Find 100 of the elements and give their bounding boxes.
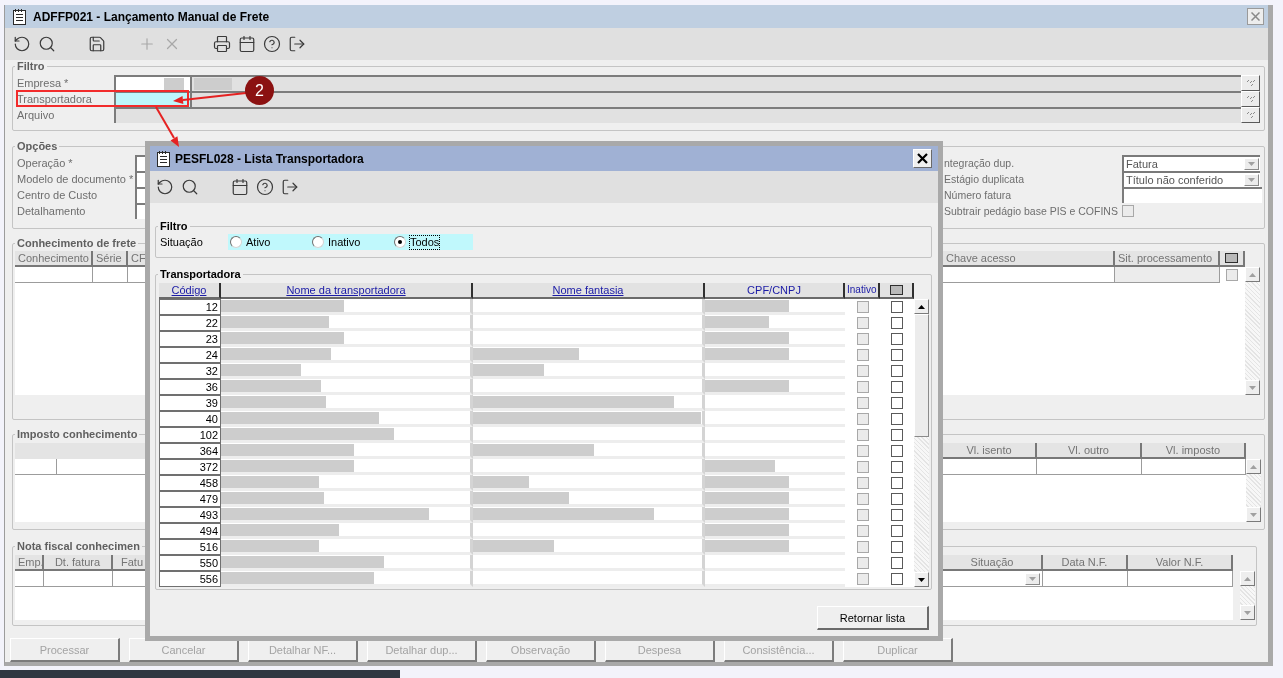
checkbox[interactable] [856, 349, 869, 361]
checkbox[interactable] [856, 429, 869, 441]
checkbox[interactable] [856, 461, 869, 473]
close-icon [1251, 12, 1260, 21]
input-field[interactable] [135, 171, 145, 187]
checkbox[interactable] [891, 317, 903, 329]
return-list-button[interactable]: Retornar lista [817, 606, 929, 630]
lookup-button[interactable] [1241, 75, 1260, 91]
checkbox[interactable] [856, 573, 869, 585]
column-header[interactable]: Valor N.F. [1128, 555, 1233, 571]
dropdown-field[interactable]: Fatura [1122, 155, 1260, 171]
column-header[interactable]: Vl. isento [943, 443, 1037, 459]
checkbox[interactable] [891, 429, 903, 441]
column-header[interactable]: Situação [943, 555, 1043, 571]
caret-down-icon [1249, 385, 1256, 390]
column-header[interactable]: Série [93, 251, 128, 267]
dropdown-button[interactable] [1025, 572, 1040, 585]
checkbox[interactable] [891, 333, 903, 345]
checkbox[interactable] [856, 317, 869, 329]
checkbox[interactable] [891, 301, 903, 313]
checkbox[interactable] [891, 493, 903, 505]
checkbox[interactable] [891, 349, 903, 361]
checkbox[interactable] [1226, 269, 1238, 281]
checkbox[interactable] [891, 541, 903, 553]
checkbox[interactable] [891, 573, 903, 585]
checkbox[interactable] [891, 509, 903, 521]
dropdown-field[interactable] [943, 571, 1043, 587]
checkbox[interactable] [891, 397, 903, 409]
search-icon [180, 178, 199, 196]
checkbox[interactable] [891, 381, 903, 393]
checkbox[interactable] [856, 541, 869, 553]
checkbox[interactable] [891, 461, 903, 473]
checkbox[interactable] [856, 509, 869, 521]
table-cell: 40 [159, 411, 221, 427]
column-header[interactable]: Sit. processamento [1115, 251, 1220, 267]
checkbox[interactable] [856, 413, 869, 425]
input-field[interactable] [1122, 187, 1262, 203]
column-header[interactable]: Código [159, 283, 221, 299]
column-header[interactable]: Nome fantasia [473, 283, 705, 299]
radio-option[interactable]: Inativo [312, 235, 394, 249]
checkbox[interactable] [891, 477, 903, 489]
column-header[interactable] [880, 283, 914, 299]
checkbox[interactable] [856, 445, 869, 457]
annotation-arrow [155, 106, 179, 147]
checkbox[interactable] [891, 557, 903, 569]
column-header[interactable]: Conhecimento [15, 251, 93, 267]
group-title: Nota fiscal conhecimen [16, 540, 141, 553]
blurred-text [164, 78, 184, 90]
column-header[interactable]: Vl. imposto [1142, 443, 1246, 459]
scroll-up-button[interactable] [914, 299, 929, 314]
checkbox[interactable] [856, 477, 869, 489]
checkbox[interactable] [1122, 205, 1134, 217]
scrollbar-thumb[interactable] [914, 314, 929, 437]
checkbox[interactable] [856, 493, 869, 505]
column-header[interactable]: Data N.F. [1043, 555, 1128, 571]
calendar-icon [230, 178, 249, 196]
dropdown-button[interactable] [1244, 158, 1259, 170]
field-label: Operação * [17, 156, 73, 171]
field-label: Estágio duplicata [944, 172, 1024, 187]
caret-down-icon [1248, 162, 1255, 166]
exit-icon [280, 178, 299, 196]
lookup-button[interactable] [1241, 91, 1260, 107]
square-icon [889, 285, 903, 295]
column-header[interactable]: Dt. fatura [44, 555, 113, 571]
column-header[interactable]: CPF/CNPJ [705, 283, 845, 299]
table-cell: 24 [159, 347, 221, 363]
input-field[interactable] [135, 155, 145, 171]
checkbox[interactable] [856, 301, 869, 313]
column-header[interactable] [1220, 251, 1245, 267]
column-header[interactable]: Fatu [113, 555, 147, 571]
checkbox[interactable] [856, 381, 869, 393]
caret-up-icon [1250, 464, 1257, 469]
scroll-down-button[interactable] [914, 572, 929, 587]
checkbox[interactable] [856, 557, 869, 569]
column-header[interactable]: Nome da transportadora [221, 283, 473, 299]
checkbox[interactable] [856, 333, 869, 345]
checkbox[interactable] [891, 365, 903, 377]
checkbox[interactable] [856, 365, 869, 377]
dropdown-field[interactable]: Título não conferido [1122, 171, 1260, 187]
radio-option[interactable]: Todos [394, 235, 476, 249]
input-field[interactable] [135, 203, 145, 219]
radio-option[interactable]: Ativo [230, 235, 312, 249]
column-header[interactable]: Emp. [15, 555, 44, 571]
checkbox[interactable] [856, 397, 869, 409]
code-field[interactable] [114, 75, 190, 91]
caret-down-icon [1250, 512, 1257, 517]
path-field[interactable] [114, 107, 1241, 123]
caret-down-icon [918, 577, 925, 582]
column-header[interactable]: Inativo [845, 283, 880, 299]
checkbox[interactable] [891, 445, 903, 457]
vertical-scrollbar[interactable] [914, 299, 929, 587]
checkbox[interactable] [891, 413, 903, 425]
input-field[interactable] [135, 187, 145, 203]
lookup-button[interactable] [1241, 107, 1260, 123]
checkbox[interactable] [856, 525, 869, 537]
checkbox[interactable] [891, 525, 903, 537]
column-header[interactable]: Chave acesso [943, 251, 1115, 267]
blurred-text [705, 316, 769, 328]
dropdown-button[interactable] [1244, 174, 1259, 186]
column-header[interactable]: Vl. outro [1037, 443, 1142, 459]
